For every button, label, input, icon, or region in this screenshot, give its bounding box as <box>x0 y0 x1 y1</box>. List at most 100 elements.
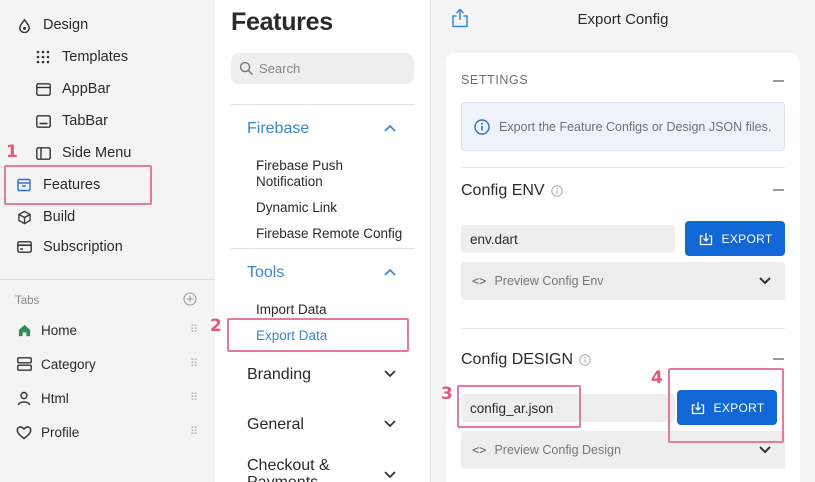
preview-config-env[interactable]: <> Preview Config Env <box>461 262 785 300</box>
sidebar-item-templates[interactable]: Templates <box>0 44 128 70</box>
sidebar-item-label: Design <box>43 17 89 33</box>
sidebar-item-label: Side Menu <box>62 145 132 161</box>
sidebar-item-side-menu[interactable]: Side Menu <box>0 140 131 166</box>
sidebar-item-appbar[interactable]: AppBar <box>0 76 110 102</box>
page-title: Features <box>231 8 333 36</box>
home-icon <box>15 321 33 339</box>
appbar-icon <box>34 80 52 98</box>
tab-item-category[interactable]: Category ⠿ <box>15 352 198 376</box>
sidebar-divider <box>0 279 215 280</box>
annotation-number-2: 2 <box>210 316 222 336</box>
collapse-icon[interactable] <box>773 80 784 82</box>
annotation-number-3: 3 <box>441 384 453 404</box>
section-label: Firebase <box>247 120 310 137</box>
sidebar-item-label: TabBar <box>62 113 108 129</box>
section-general[interactable]: General <box>247 416 397 434</box>
collapse-icon[interactable] <box>773 358 784 360</box>
tab-item-label: Home <box>41 322 78 338</box>
tab-item-home[interactable]: Home ⠿ <box>15 318 198 342</box>
search-icon <box>237 60 255 78</box>
sidebar-item-label: Build <box>43 209 76 225</box>
cube-icon <box>15 208 33 226</box>
sidebar-item-label: AppBar <box>62 81 111 97</box>
menu-item-firebase-remote-config[interactable]: Firebase Remote Config <box>256 226 406 242</box>
settings-heading: SETTINGS <box>461 73 529 87</box>
tab-item-html[interactable]: Html ⠿ <box>15 386 198 410</box>
share-icon[interactable] <box>450 7 470 29</box>
sidebar-item-design[interactable]: Design <box>0 12 88 38</box>
chevron-up-icon <box>383 264 397 282</box>
info-icon <box>579 354 591 366</box>
info-icon <box>473 118 491 136</box>
left-sidebar: Design Templates AppBar TabBar Side Menu… <box>0 0 215 482</box>
sidebar-item-subscription[interactable]: Subscription <box>0 234 123 260</box>
tabs-heading: Tabs <box>15 294 40 307</box>
palette-icon <box>15 16 33 34</box>
tab-item-label: Profile <box>41 424 80 440</box>
preview-label: Preview Config Env <box>494 274 604 288</box>
chevron-down-icon <box>757 273 773 289</box>
annotation-number-1: 1 <box>6 142 18 162</box>
annotation-number-4: 4 <box>651 368 663 388</box>
tab-item-label: Category <box>41 356 96 372</box>
settings-card: SETTINGS Export the Feature Configs or D… <box>446 53 800 482</box>
export-label: EXPORT <box>713 400 765 415</box>
section-checkout-payments[interactable]: Checkout & Payments <box>247 457 397 482</box>
add-tab-icon[interactable] <box>183 292 197 309</box>
section-label: Branding <box>247 366 312 383</box>
drag-handle-icon[interactable]: ⠿ <box>190 393 198 404</box>
user-icon <box>15 389 33 407</box>
code-icon: <> <box>472 443 487 457</box>
config-design-heading: Config DESIGN <box>461 351 591 369</box>
tab-item-label: Html <box>41 390 69 406</box>
section-firebase[interactable]: Firebase <box>247 120 397 138</box>
sidebar-item-build[interactable]: Build <box>0 204 75 230</box>
info-banner: Export the Feature Configs or Design JSO… <box>461 102 785 151</box>
info-icon <box>550 185 563 197</box>
export-config-panel: Export Config SETTINGS Export the Featur… <box>431 0 815 482</box>
config-env-title: Config ENV <box>461 182 545 199</box>
divider <box>461 167 785 168</box>
export-label: EXPORT <box>721 231 773 246</box>
tab-item-profile[interactable]: Profile ⠿ <box>15 420 198 444</box>
section-label: Checkout & Payments <box>247 457 330 482</box>
chevron-down-icon <box>383 467 397 482</box>
drag-handle-icon[interactable]: ⠿ <box>190 427 198 438</box>
chevron-down-icon <box>383 366 397 384</box>
config-env-heading: Config ENV <box>461 182 563 200</box>
grid-dots-icon <box>34 48 52 66</box>
search-input[interactable]: Search <box>231 53 414 84</box>
heart-icon <box>15 423 33 441</box>
sidebar-item-tabbar[interactable]: TabBar <box>0 108 108 134</box>
tabs-heading-row: Tabs <box>15 292 197 309</box>
sidebar-item-features[interactable]: Features <box>0 172 100 198</box>
search-placeholder: Search <box>259 61 301 76</box>
export-env-button[interactable]: EXPORT <box>685 221 785 256</box>
menu-item-dynamic-link[interactable]: Dynamic Link <box>256 200 406 216</box>
section-branding[interactable]: Branding <box>247 366 397 384</box>
preview-label: Preview Config Design <box>494 443 621 457</box>
archive-icon <box>15 176 33 194</box>
divider <box>231 104 415 105</box>
drag-handle-icon[interactable]: ⠿ <box>190 325 198 336</box>
section-tools[interactable]: Tools <box>247 264 397 282</box>
config-design-title: Config DESIGN <box>461 351 574 368</box>
menu-item-import-data[interactable]: Import Data <box>256 302 406 318</box>
collapse-icon[interactable] <box>773 189 784 191</box>
header-title: Export Config <box>577 10 669 28</box>
menu-item-firebase-push[interactable]: Firebase Push Notification <box>256 158 406 190</box>
design-filename-field[interactable]: config_ar.json <box>461 394 675 422</box>
env-filename-field[interactable]: env.dart <box>461 225 675 253</box>
drag-handle-icon[interactable]: ⠿ <box>190 359 198 370</box>
features-panel: Features Search Firebase Firebase Push N… <box>215 0 431 482</box>
preview-config-design[interactable]: <> Preview Config Design <box>461 431 785 469</box>
export-design-button[interactable]: EXPORT <box>677 390 777 425</box>
sidebar-item-label: Templates <box>62 49 129 65</box>
menu-item-export-data[interactable]: Export Data <box>256 328 406 344</box>
chevron-up-icon <box>383 120 397 138</box>
tabbar-icon <box>34 112 52 130</box>
info-text: Export the Feature Configs or Design JSO… <box>499 119 772 134</box>
download-icon <box>690 400 706 416</box>
section-label: General <box>247 416 304 433</box>
credit-card-icon <box>15 238 33 256</box>
